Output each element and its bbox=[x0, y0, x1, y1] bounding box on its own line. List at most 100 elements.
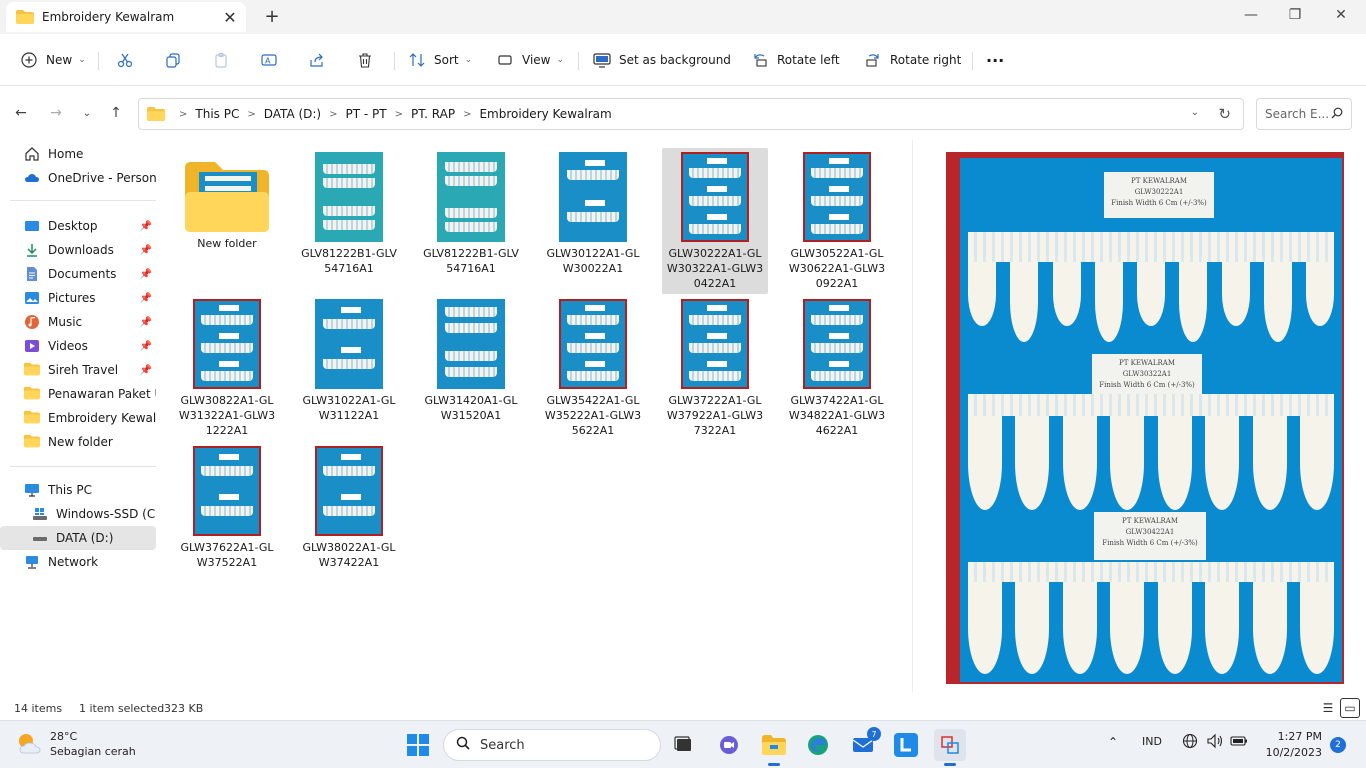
tab-close-icon[interactable]: ✕ bbox=[220, 7, 240, 27]
file-item[interactable]: GLV81222B1-GLV54716A1 bbox=[296, 148, 402, 294]
recent-chevron-icon[interactable]: ⌄ bbox=[76, 102, 98, 124]
edge-browser-icon[interactable] bbox=[802, 729, 834, 761]
sidebar-item-music[interactable]: Music 📌 bbox=[0, 310, 156, 334]
rotate-left-button[interactable]: Rotate left bbox=[751, 46, 840, 74]
file-item[interactable]: GLW30522A1-GLW30622A1-GLW30922A1 bbox=[784, 148, 890, 294]
input-language[interactable]: IND bbox=[1142, 735, 1162, 748]
task-view-icon[interactable] bbox=[668, 729, 700, 761]
sidebar-item-windows-ssd[interactable]: Windows-SSD (C:) bbox=[0, 502, 156, 526]
address-dropdown-icon[interactable]: ⌄ bbox=[1191, 107, 1199, 118]
pin-icon: 📌 bbox=[139, 244, 152, 256]
file-item[interactable]: GLW35422A1-GLW35222A1-GLW35622A1 bbox=[540, 295, 646, 441]
file-item[interactable]: GLW31022A1-GLW31122A1 bbox=[296, 295, 402, 441]
folder-icon bbox=[185, 162, 269, 232]
file-item[interactable]: GLW37222A1-GLW37922A1-GLW37322A1 bbox=[662, 295, 768, 441]
maximize-button[interactable]: ❐ bbox=[1272, 0, 1318, 30]
set-as-background-button[interactable]: Set as background bbox=[593, 46, 731, 74]
rotate-right-button[interactable]: Rotate right bbox=[864, 46, 961, 74]
search-box[interactable]: Search E... bbox=[1256, 98, 1352, 130]
folder-icon bbox=[24, 434, 40, 450]
minimize-button[interactable]: — bbox=[1228, 0, 1274, 30]
view-button[interactable]: View ⌄ bbox=[496, 46, 564, 74]
trash-icon bbox=[356, 51, 374, 69]
mail-icon[interactable]: 7 bbox=[847, 727, 881, 761]
file-item[interactable]: GLW38022A1-GLW37422A1 bbox=[296, 442, 402, 588]
sidebar-item-network[interactable]: Network bbox=[0, 550, 156, 574]
file-item[interactable]: GLW37422A1-GLW34822A1-GLW34622A1 bbox=[784, 295, 890, 441]
large-icons-view-icon[interactable]: ▭ bbox=[1340, 698, 1360, 718]
weather-widget[interactable]: 28°C Sebagian cerah bbox=[16, 729, 136, 759]
mail-badge: 7 bbox=[867, 727, 881, 741]
forward-arrow-icon[interactable]: → bbox=[45, 102, 67, 124]
file-item[interactable]: GLW31420A1-GLW31520A1 bbox=[418, 295, 524, 441]
network-globe-icon[interactable] bbox=[1182, 733, 1198, 752]
show-hidden-icons-chevron-icon[interactable]: ⌃ bbox=[1108, 735, 1118, 749]
cut-button[interactable] bbox=[116, 46, 142, 74]
delete-button[interactable] bbox=[356, 46, 382, 74]
tab-embroidery-kewalram[interactable]: Embroidery Kewalram ✕ bbox=[6, 2, 246, 32]
file-item[interactable]: GLV81222B1-GLV54716A1 bbox=[418, 148, 524, 294]
file-item-selected[interactable]: GLW30222A1-GLW30322A1-GLW30422A1 bbox=[662, 148, 768, 294]
sidebar-item-onedrive[interactable]: OneDrive - Personal bbox=[0, 166, 156, 190]
breadcrumb-data-d[interactable]: DATA (D:) bbox=[264, 107, 321, 121]
divider bbox=[972, 52, 973, 70]
breadcrumb-embroidery-kewalram[interactable]: Embroidery Kewalram bbox=[479, 107, 611, 121]
chevron-right-icon: > bbox=[463, 108, 472, 120]
active-indicator bbox=[768, 763, 780, 766]
download-icon bbox=[24, 242, 40, 258]
pane-divider[interactable] bbox=[912, 140, 913, 692]
breadcrumb-pt-pt[interactable]: PT - PT bbox=[346, 107, 387, 121]
address-bar[interactable]: > This PC > DATA (D:) > PT - PT > PT. RA… bbox=[138, 98, 1244, 130]
file-name: GLW31022A1-GLW31122A1 bbox=[302, 394, 396, 422]
rename-button[interactable]: A bbox=[260, 46, 286, 74]
clipboard-icon bbox=[212, 51, 230, 69]
sidebar-item-new-folder[interactable]: New folder bbox=[0, 430, 156, 454]
file-item[interactable]: GLW37622A1-GLW37522A1 bbox=[174, 442, 280, 588]
file-name: New folder bbox=[197, 237, 257, 250]
sort-button[interactable]: Sort ⌄ bbox=[408, 46, 472, 74]
file-item-new-folder[interactable]: New folder bbox=[174, 148, 280, 294]
app-l-icon[interactable] bbox=[890, 729, 922, 761]
sidebar-item-home[interactable]: Home bbox=[0, 142, 156, 166]
sidebar-item-penawaran-paket[interactable]: Penawaran Paket Um bbox=[0, 382, 156, 406]
sidebar-item-pictures[interactable]: Pictures 📌 bbox=[0, 286, 156, 310]
breadcrumb-this-pc[interactable]: This PC bbox=[195, 107, 239, 121]
sidebar-item-this-pc[interactable]: This PC bbox=[0, 478, 156, 502]
file-item[interactable]: GLW30822A1-GLW31322A1-GLW31222A1 bbox=[174, 295, 280, 441]
sidebar-item-data-d[interactable]: DATA (D:) bbox=[0, 526, 156, 550]
new-tab-button[interactable]: + bbox=[262, 6, 282, 27]
file-item[interactable]: GLW30122A1-GLW30022A1 bbox=[540, 148, 646, 294]
new-button[interactable]: New ⌄ bbox=[20, 46, 86, 74]
sidebar-item-embroidery-kewalram[interactable]: Embroidery Kewalrar bbox=[0, 406, 156, 430]
taskbar-search[interactable]: Search bbox=[443, 729, 661, 761]
sidebar-item-videos[interactable]: Videos 📌 bbox=[0, 334, 156, 358]
pin-icon: 📌 bbox=[139, 292, 152, 304]
up-arrow-icon[interactable]: ↑ bbox=[105, 102, 127, 124]
sidebar-item-sireh-travel[interactable]: Sireh Travel 📌 bbox=[0, 358, 156, 382]
pin-icon: 📌 bbox=[139, 340, 152, 352]
battery-icon[interactable] bbox=[1230, 733, 1248, 752]
photos-app-icon[interactable] bbox=[934, 729, 966, 766]
start-button[interactable] bbox=[402, 729, 434, 761]
notification-badge[interactable]: 2 bbox=[1330, 737, 1346, 753]
refresh-icon[interactable]: ↻ bbox=[1218, 105, 1231, 123]
sidebar-item-downloads[interactable]: Downloads 📌 bbox=[0, 238, 156, 262]
paste-button[interactable] bbox=[212, 46, 238, 74]
search-placeholder: Search E... bbox=[1265, 107, 1330, 121]
volume-icon[interactable] bbox=[1206, 733, 1224, 752]
sidebar-item-label: Network bbox=[48, 555, 99, 569]
sidebar-item-documents[interactable]: Documents 📌 bbox=[0, 262, 156, 286]
system-clock[interactable]: 1:27 PM 10/2/2023 bbox=[1258, 729, 1322, 761]
breadcrumb-pt-rap[interactable]: PT. RAP bbox=[411, 107, 455, 121]
teams-chat-icon[interactable] bbox=[713, 729, 745, 761]
copy-button[interactable] bbox=[164, 46, 190, 74]
file-explorer-icon[interactable] bbox=[758, 729, 790, 766]
back-arrow-icon[interactable]: ← bbox=[10, 102, 32, 124]
sidebar-item-desktop[interactable]: Desktop 📌 bbox=[0, 214, 156, 238]
share-button[interactable] bbox=[308, 46, 334, 74]
sidebar-item-label: Home bbox=[48, 147, 84, 161]
details-view-icon[interactable]: ☰ bbox=[1318, 698, 1338, 718]
close-window-button[interactable]: ✕ bbox=[1318, 0, 1364, 30]
image-thumbnail bbox=[681, 152, 749, 242]
more-options-button[interactable]: ··· bbox=[986, 46, 1004, 74]
